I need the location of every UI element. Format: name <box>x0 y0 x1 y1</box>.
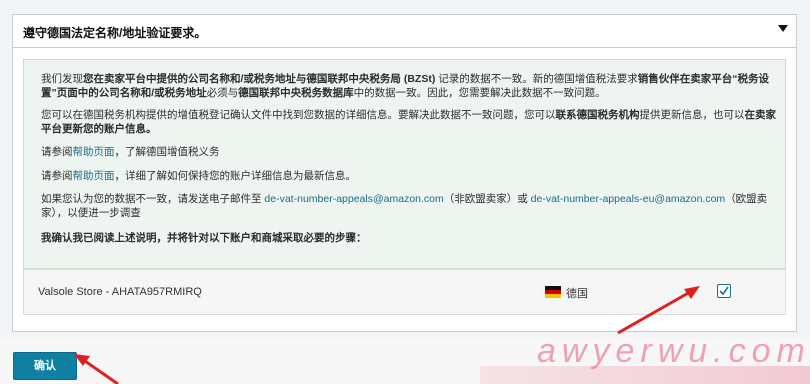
arrow-to-confirm-button <box>74 354 119 384</box>
arrow-to-checkbox <box>617 286 700 335</box>
annotation-arrows <box>74 286 700 384</box>
